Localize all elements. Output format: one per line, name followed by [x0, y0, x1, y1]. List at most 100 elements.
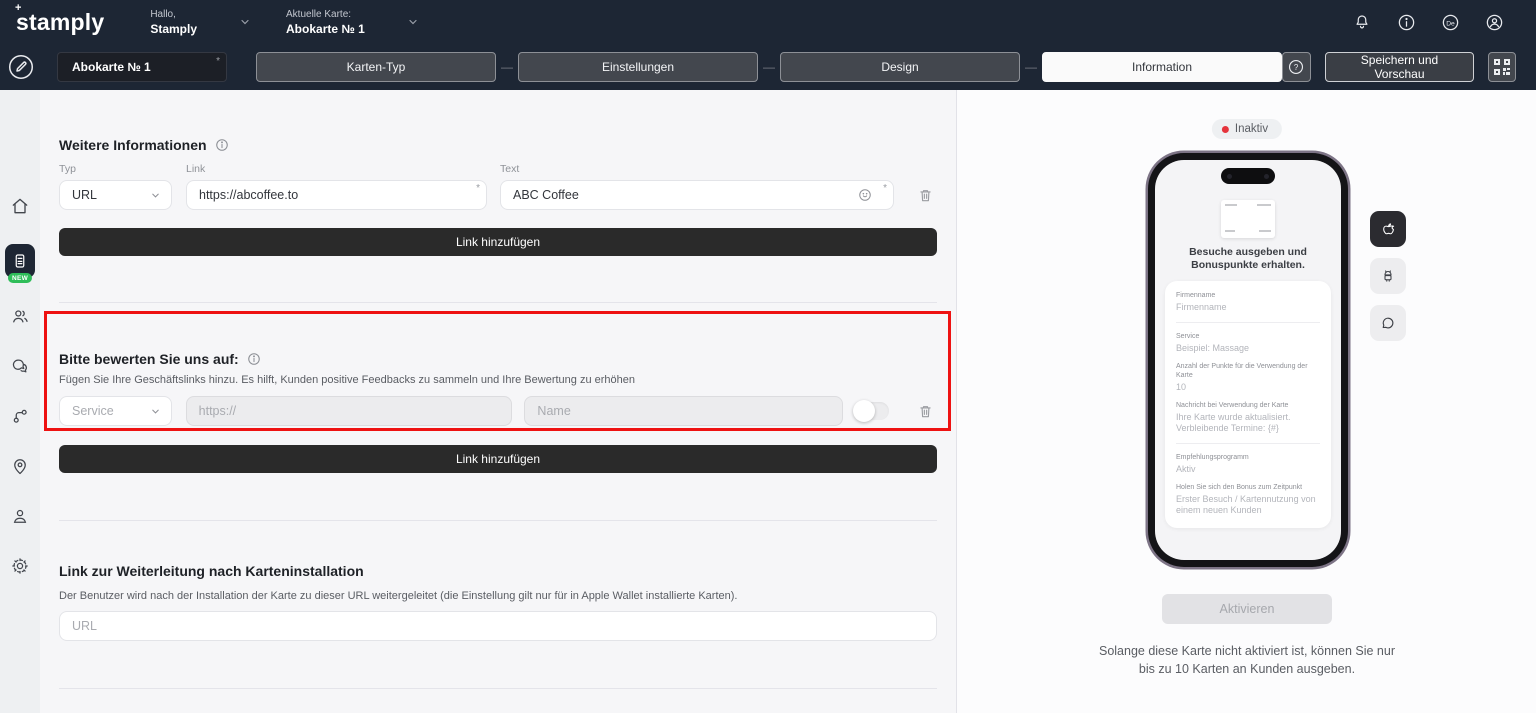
detail-field: Firmenname Firmenname	[1176, 291, 1320, 313]
tab-information[interactable]: Information	[1042, 52, 1282, 82]
sidebar-item-settings[interactable]	[8, 554, 32, 578]
current-card-name: Abokarte № 1	[286, 23, 365, 35]
typ-label: Typ	[59, 163, 186, 175]
current-card-label: Aktuelle Karte:	[286, 9, 365, 21]
sidebar-item-cards[interactable]: NEW	[5, 244, 35, 278]
detail-field: Holen Sie sich den Bonus zum Zeitpunkt E…	[1176, 483, 1320, 516]
review-name-input[interactable]	[524, 396, 843, 426]
tab-einstellungen[interactable]: Einstellungen	[518, 52, 758, 82]
question-icon: ?	[1287, 58, 1305, 76]
activate-button[interactable]: Aktivieren	[1162, 594, 1332, 624]
typ-select[interactable]: URL	[59, 180, 172, 210]
qr-code-button[interactable]	[1488, 52, 1516, 82]
review-link-toggle[interactable]	[855, 402, 889, 420]
section-description: Der Benutzer wird nach der Installation …	[59, 590, 937, 602]
section-divider	[59, 688, 937, 689]
chat-preview-button[interactable]	[1370, 305, 1406, 341]
trash-icon	[917, 403, 934, 420]
apple-preview-button[interactable]	[1370, 211, 1406, 247]
language-switcher[interactable]: De	[1440, 12, 1460, 32]
sidebar-item-profile[interactable]	[8, 504, 32, 528]
apple-icon	[1380, 221, 1397, 238]
chevron-down-icon	[407, 16, 419, 28]
left-sidebar: NEW	[0, 90, 40, 713]
status-badge: Inaktiv	[1212, 119, 1282, 139]
card-editor-toolbar: * Karten-Typ — Einstellungen — Design — …	[0, 44, 1536, 90]
chat-bubble-icon	[1379, 314, 1397, 332]
qr-code-icon	[1494, 59, 1510, 75]
phone-notch	[1221, 168, 1275, 184]
android-preview-button[interactable]	[1370, 258, 1406, 294]
sidebar-item-home[interactable]	[8, 194, 32, 218]
activation-note: Solange diese Karte nicht aktiviert ist,…	[1092, 642, 1402, 678]
info-tooltip-icon[interactable]	[247, 352, 261, 366]
detail-divider	[1176, 322, 1320, 323]
required-asterisk: *	[883, 183, 887, 194]
service-select[interactable]: Service	[59, 396, 172, 426]
wizard-steps: Karten-Typ — Einstellungen — Design — In…	[256, 52, 1282, 82]
chevron-down-icon	[239, 16, 251, 28]
save-and-preview-button[interactable]: Speichern und Vorschau	[1325, 52, 1475, 82]
svg-text:?: ?	[1294, 63, 1299, 72]
status-dot	[1222, 126, 1229, 133]
current-card-dropdown[interactable]: Aktuelle Karte: Abokarte № 1	[286, 9, 419, 35]
sidebar-item-integrations[interactable]	[8, 404, 32, 428]
app-logo: +stamply	[16, 9, 104, 36]
info-icon[interactable]	[1396, 12, 1416, 32]
trash-icon	[917, 187, 934, 204]
section-divider	[59, 520, 937, 521]
status-text: Inaktiv	[1235, 123, 1268, 135]
sidebar-item-locations[interactable]	[8, 454, 32, 478]
preview-platform-switcher	[1370, 211, 1406, 341]
sidebar-item-messages[interactable]	[8, 354, 32, 378]
delete-link-button[interactable]	[913, 183, 937, 207]
link-url-input[interactable]	[186, 180, 487, 210]
logo-plus-mark: +	[15, 2, 22, 14]
main-content: Weitere Informationen Typ Link Text URL …	[40, 90, 956, 713]
section-title: Link zur Weiterleitung nach Karteninstal…	[59, 563, 364, 579]
info-tooltip-icon[interactable]	[215, 138, 229, 152]
edit-pencil-icon[interactable]	[8, 54, 34, 80]
section-weiterleitung: Link zur Weiterleitung nach Karteninstal…	[59, 563, 937, 579]
link-text-input[interactable]	[500, 180, 894, 210]
detail-field: Service Beispiel: Massage	[1176, 332, 1320, 354]
section-title: Bitte bewerten Sie uns auf:	[59, 351, 239, 367]
chevron-down-icon	[150, 190, 161, 201]
redirect-url-input[interactable]	[59, 611, 937, 641]
section-description: Fügen Sie Ihre Geschäftslinks hinzu. Es …	[59, 374, 937, 386]
delete-review-link-button[interactable]	[913, 399, 937, 423]
add-link-button[interactable]: Link hinzufügen	[59, 228, 937, 256]
emoji-picker-icon[interactable]	[858, 188, 872, 202]
detail-field: Anzahl der Punkte für die Verwendung der…	[1176, 362, 1320, 393]
review-url-input[interactable]	[186, 396, 513, 426]
home-icon	[10, 196, 30, 216]
gear-icon	[10, 556, 30, 576]
top-header: +stamply Hallo, Stamply Aktuelle Karte: …	[0, 0, 1536, 44]
person-icon	[10, 506, 30, 526]
detail-field: Empfehlungsprogramm Aktiv	[1176, 453, 1320, 475]
phone-headline: Besuche ausgeben und Bonuspunkte erhalte…	[1155, 246, 1341, 272]
card-name-input[interactable]	[57, 52, 227, 82]
add-review-link-button[interactable]: Link hinzufügen	[59, 445, 937, 473]
detail-field: Nachricht bei Verwendung der Karte Ihre …	[1176, 401, 1320, 434]
user-account-icon[interactable]	[1484, 12, 1504, 32]
sidebar-item-customers[interactable]	[8, 304, 32, 328]
section-title: Weitere Informationen	[59, 137, 207, 153]
phone-mockup: Besuche ausgeben und Bonuspunkte erhalte…	[1148, 153, 1348, 567]
new-badge: NEW	[8, 273, 32, 283]
section-bewertung: Bitte bewerten Sie uns auf:	[59, 351, 937, 367]
detail-divider	[1176, 443, 1320, 444]
help-button[interactable]: ?	[1282, 52, 1311, 82]
branch-icon	[10, 406, 30, 426]
text-label: Text	[500, 163, 519, 175]
notifications-bell-icon[interactable]	[1352, 12, 1372, 32]
section-weitere-informationen: Weitere Informationen	[59, 137, 937, 153]
tab-design[interactable]: Design	[780, 52, 1020, 82]
tab-karten-typ[interactable]: Karten-Typ	[256, 52, 496, 82]
toggle-knob	[853, 400, 875, 422]
card-thumbnail	[1221, 200, 1275, 238]
account-dropdown[interactable]: Hallo, Stamply	[150, 9, 251, 35]
svg-text:De: De	[1446, 20, 1455, 27]
card-details: Firmenname Firmenname Service Beispiel: …	[1165, 281, 1331, 528]
chevron-down-icon	[150, 406, 161, 417]
